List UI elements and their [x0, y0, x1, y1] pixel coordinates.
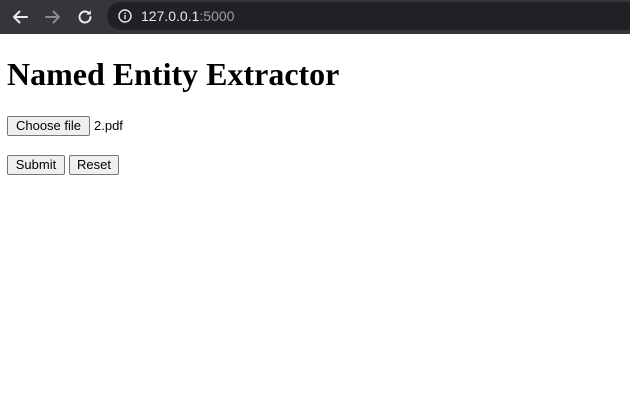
reload-icon	[78, 10, 92, 24]
submit-button[interactable]: Submit	[7, 155, 65, 175]
page-content: Named Entity Extractor Choose file 2.pdf…	[0, 34, 630, 404]
back-button[interactable]	[9, 7, 31, 27]
arrow-right-icon	[45, 10, 60, 24]
selected-file-name: 2.pdf	[94, 118, 123, 133]
browser-toolbar: 127.0.0.1:5000	[0, 0, 630, 34]
forward-button[interactable]	[42, 7, 64, 27]
address-bar[interactable]: 127.0.0.1:5000	[107, 2, 630, 30]
reload-button[interactable]	[74, 7, 96, 27]
reset-button[interactable]: Reset	[69, 155, 119, 175]
arrow-left-icon	[13, 10, 28, 24]
url-port: :5000	[199, 8, 235, 24]
url-host: 127.0.0.1	[141, 8, 200, 24]
choose-file-button[interactable]: Choose file	[7, 116, 90, 136]
page-title: Named Entity Extractor	[7, 56, 340, 92]
info-icon[interactable]	[118, 9, 132, 23]
url-text[interactable]: 127.0.0.1:5000	[141, 7, 234, 25]
